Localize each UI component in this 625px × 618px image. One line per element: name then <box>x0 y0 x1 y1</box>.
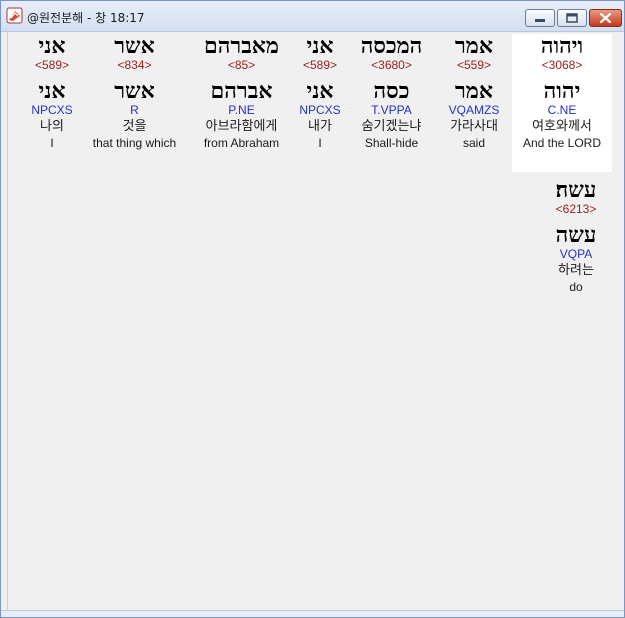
word-block[interactable]: אני <589> אני NPCXS 내가 I <box>293 34 347 172</box>
app-icon <box>6 7 23 24</box>
hebrew-word: אני <box>38 33 66 59</box>
maximize-button[interactable] <box>557 9 587 27</box>
hebrew-lemma: אני <box>38 78 66 104</box>
hebrew-lemma: אני <box>306 78 334 104</box>
word-block[interactable]: אמר <559> אמר VQAMZS 가라사대 said <box>436 34 512 172</box>
korean-gloss: 나의 <box>40 119 64 134</box>
word-block[interactable]: עשה׃ <6213> עשה VQPA 하려는 do <box>538 178 614 316</box>
hebrew-word: אמר <box>455 33 493 59</box>
window-bottom-border <box>1 610 624 617</box>
english-gloss: I <box>318 136 322 150</box>
korean-gloss: 것을 <box>122 119 147 134</box>
maximize-icon <box>566 13 578 23</box>
parsing-code: R <box>130 103 139 117</box>
word-block[interactable]: ויהוה <3068> יהוה C.NE 여호와께서 And the LOR… <box>512 34 612 172</box>
english-gloss: that thing which <box>92 136 177 150</box>
title-bar[interactable]: @원전분해 - 창 18:17 <box>1 1 624 32</box>
english-gloss: I <box>50 136 54 150</box>
interlinear-panel: ויהוה <3068> יהוה C.NE 여호와께서 And the LOR… <box>7 32 619 610</box>
word-block[interactable]: אני <589> אני NPCXS 나의 I <box>22 34 82 172</box>
strong-number[interactable]: <3680> <box>347 58 436 73</box>
strong-number[interactable]: <589> <box>22 58 82 73</box>
hebrew-word: עשה׃ <box>555 177 597 203</box>
english-gloss: Shall-hide <box>364 136 419 150</box>
hebrew-word: מאברהם <box>204 33 279 59</box>
parsing-code: VQAMZS <box>448 103 500 117</box>
english-gloss: do <box>569 280 583 294</box>
english-gloss: And the LORD <box>522 136 602 150</box>
word-block[interactable]: מאברהם <85> אברהם P.NE 아브라함에게 from Abrah… <box>190 34 293 172</box>
strong-number[interactable]: <834> <box>82 58 187 73</box>
minimize-button[interactable] <box>525 9 555 27</box>
hebrew-word: אשר <box>114 33 155 59</box>
strong-number[interactable]: <3068> <box>512 58 612 73</box>
korean-gloss: 하려는 <box>558 263 594 278</box>
strong-number[interactable]: <589> <box>293 58 347 73</box>
korean-gloss: 내가 <box>308 119 332 134</box>
window-title: @원전분해 - 창 18:17 <box>27 11 145 25</box>
interlinear-window: @원전분해 - 창 18:17 ויהוה <3068> יהוה C.NE 여… <box>0 0 625 618</box>
parsing-code: C.NE <box>547 103 577 117</box>
parsing-code: P.NE <box>228 103 255 117</box>
strong-number[interactable]: <85> <box>190 58 293 73</box>
hebrew-word: אני <box>306 33 334 59</box>
word-block[interactable]: אשר <834> אשר R 것을 that thing which <box>82 34 187 172</box>
hebrew-lemma: עשה <box>555 222 597 248</box>
close-button[interactable] <box>589 9 622 27</box>
korean-gloss: 여호와께서 <box>532 119 592 134</box>
parsing-code: T.VPPA <box>371 103 412 117</box>
korean-gloss: 아브라함에게 <box>205 119 278 134</box>
hebrew-word: המכסה <box>360 33 423 59</box>
parsing-code: NPCXS <box>299 103 341 117</box>
hebrew-lemma: כסה <box>373 78 410 104</box>
strong-number[interactable]: <6213> <box>538 202 614 217</box>
word-block[interactable]: המכסה <3680> כסה T.VPPA 숨기겠는냐 Shall-hide <box>347 34 436 172</box>
korean-gloss: 숨기겠는냐 <box>361 119 422 134</box>
english-gloss: from Abraham <box>203 136 280 150</box>
hebrew-word: ויהוה <box>540 33 584 59</box>
strong-number[interactable]: <559> <box>436 58 512 73</box>
parsing-code: NPCXS <box>31 103 73 117</box>
hebrew-lemma: אמר <box>455 78 493 104</box>
korean-gloss: 가라사대 <box>450 119 498 134</box>
hebrew-lemma: יהוה <box>543 78 581 104</box>
english-gloss: said <box>462 136 485 150</box>
hebrew-lemma: אברהם <box>210 78 273 104</box>
close-icon <box>599 12 612 24</box>
minimize-icon <box>535 19 545 22</box>
parsing-code: VQPA <box>559 247 593 261</box>
hebrew-lemma: אשר <box>114 78 155 104</box>
